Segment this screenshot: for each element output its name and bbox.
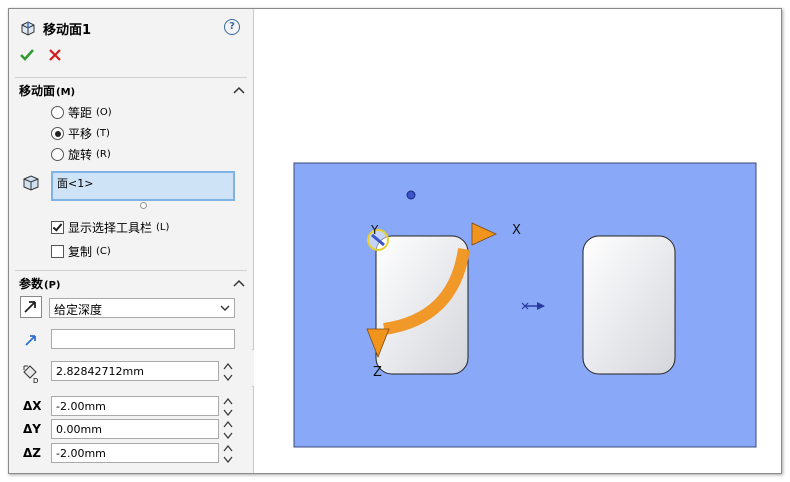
divider	[15, 77, 247, 78]
move-face-icon	[21, 21, 35, 36]
params-shortcut: (P)	[44, 280, 61, 291]
face-selection-box[interactable]: 面<1>	[51, 171, 235, 201]
end-condition-value: 给定深度	[54, 303, 103, 317]
distance-input[interactable]: 2.82842712mm	[51, 361, 219, 381]
delta-z-input[interactable]: -2.00mm	[51, 443, 219, 463]
axis-label-x: X	[512, 223, 521, 238]
params-heading: 参数	[19, 277, 44, 291]
direction-input[interactable]	[51, 329, 235, 349]
delta-x-label: ΔX	[23, 399, 42, 413]
model-view[interactable]: X Y Z	[254, 9, 781, 473]
radio-translate[interactable]: 平移 (T)	[51, 125, 110, 142]
checkbox-copy[interactable]: 复制 (C)	[51, 243, 111, 260]
cancel-x-icon[interactable]	[47, 47, 63, 63]
face-select-cube-icon	[23, 175, 39, 191]
reverse-direction-icon[interactable]	[20, 296, 42, 318]
move-face-section-header[interactable]: 移动面 (M)	[19, 82, 75, 99]
axis-label-z: Z	[373, 365, 382, 380]
checkbox-show-toolbar-key: (L)	[156, 222, 170, 233]
radio-translate-circle[interactable]	[51, 127, 64, 140]
radio-rotate[interactable]: 旋转 (R)	[51, 146, 111, 163]
delta-y-input[interactable]: 0.00mm	[51, 419, 219, 439]
checkbox-show-toolbar[interactable]: 显示选择工具栏 (L)	[51, 219, 169, 236]
checkbox-show-toolbar-label: 显示选择工具栏	[68, 221, 153, 235]
radio-offset-label: 等距	[68, 106, 93, 120]
radio-offset-key: (O)	[96, 107, 112, 118]
chevron-down-icon	[220, 305, 230, 311]
help-button[interactable]: ?	[224, 19, 240, 35]
slot-right[interactable]	[582, 235, 676, 375]
slot-left[interactable]	[375, 235, 469, 375]
collapse-chevron-up-icon[interactable]	[233, 85, 245, 95]
checkbox-copy-box[interactable]	[51, 245, 64, 258]
divider	[15, 270, 247, 271]
move-face-shortcut: (M)	[56, 87, 76, 98]
delta-y-spinner-icon[interactable]	[223, 419, 233, 441]
delta-z-spinner-icon[interactable]	[223, 443, 233, 465]
property-manager: 移动面1 ? 移动面 (M) 等距 (O) 平移 (T) 旋转 (R) 面<1>…	[9, 9, 254, 473]
feature-title-text: 移动面1	[43, 22, 92, 38]
ok-check-icon[interactable]	[19, 47, 35, 63]
move-face-window: 移动面1 ? 移动面 (M) 等距 (O) 平移 (T) 旋转 (R) 面<1>…	[8, 8, 782, 474]
selected-face[interactable]	[293, 162, 757, 448]
checkbox-copy-key: (C)	[96, 246, 111, 257]
radio-rotate-circle[interactable]	[51, 148, 64, 161]
delta-x-spinner-icon[interactable]	[223, 396, 233, 418]
radio-translate-key: (T)	[96, 128, 110, 139]
resize-handle-dot[interactable]	[140, 202, 147, 209]
feature-title: 移动面1	[19, 18, 91, 38]
radio-rotate-key: (R)	[96, 149, 111, 160]
distance-spinner-icon[interactable]	[223, 361, 233, 383]
checkbox-show-toolbar-box[interactable]	[51, 221, 64, 234]
axis-label-y: Y	[370, 223, 379, 237]
collapse-chevron-up-icon[interactable]	[233, 278, 245, 288]
direction-arrow-icon	[25, 335, 36, 346]
move-face-heading: 移动面	[19, 84, 56, 98]
radio-rotate-label: 旋转	[68, 148, 93, 162]
radio-offset[interactable]: 等距 (O)	[51, 104, 112, 121]
selection-point[interactable]	[406, 190, 416, 200]
radio-translate-label: 平移	[68, 127, 93, 141]
delta-x-input[interactable]: -2.00mm	[51, 396, 219, 416]
delta-y-label: ΔY	[23, 422, 41, 436]
svg-text:D: D	[33, 377, 38, 384]
end-condition-select[interactable]: 给定深度	[49, 298, 235, 318]
params-section-header[interactable]: 参数 (P)	[19, 275, 61, 292]
radio-offset-circle[interactable]	[51, 106, 64, 119]
checkbox-copy-label: 复制	[68, 245, 93, 259]
graphics-viewport[interactable]: X Y Z	[254, 9, 781, 473]
delta-z-label: ΔZ	[23, 446, 41, 460]
distance-icon: D	[23, 365, 38, 384]
